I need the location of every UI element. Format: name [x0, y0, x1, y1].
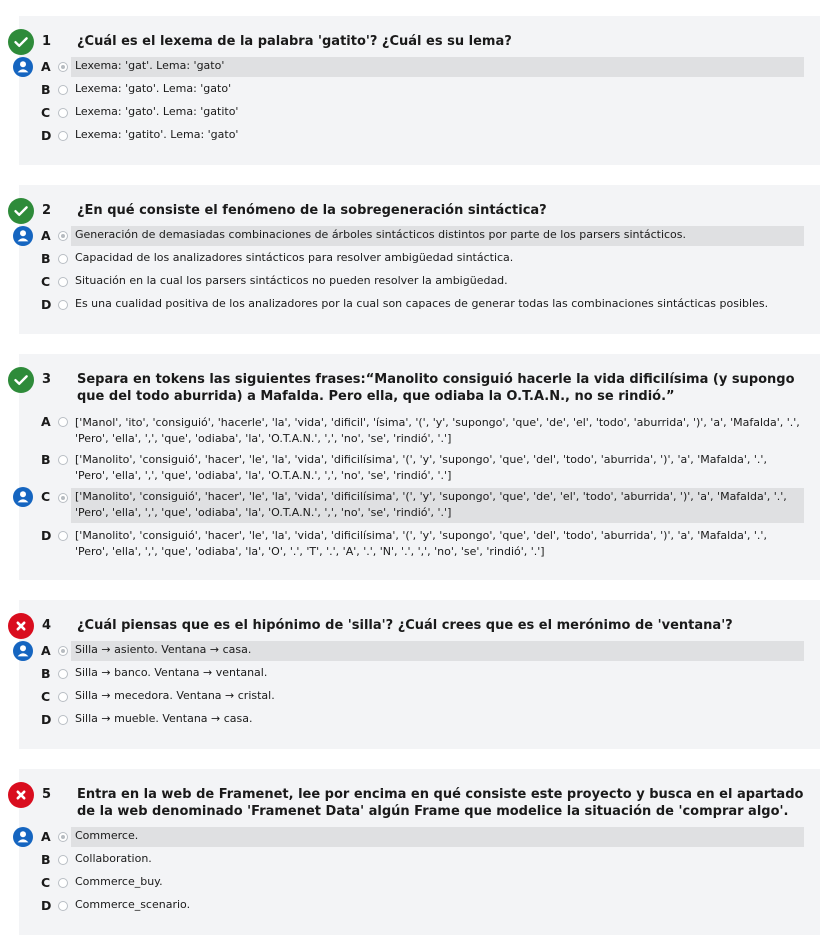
option-letter: C — [41, 875, 51, 890]
option-letter: D — [41, 898, 52, 913]
option-text[interactable]: Lexema: 'gat'. Lema: 'gato' — [71, 57, 804, 77]
option-text[interactable]: Es una cualidad positiva de los analizad… — [71, 295, 804, 314]
option-letter: B — [41, 251, 51, 266]
option-text[interactable]: Situación en la cual los parsers sintáct… — [71, 272, 804, 291]
question-text: Separa en tokens las siguientes frases:“… — [77, 372, 795, 404]
option-radio[interactable] — [58, 131, 68, 141]
option-text[interactable]: ['Manolito', 'consiguió', 'hacer', 'le',… — [71, 527, 804, 561]
option-text[interactable]: Silla → banco. Ventana → ventanal. — [71, 664, 804, 683]
option-text[interactable]: Commerce_buy. — [71, 873, 804, 892]
option-letter: D — [41, 528, 52, 543]
user-icon — [13, 827, 33, 847]
option-text[interactable]: Lexema: 'gatito'. Lema: 'gato' — [71, 126, 804, 145]
option-letter: A — [41, 228, 51, 243]
option-radio[interactable] — [58, 108, 68, 118]
option-letter: B — [41, 852, 51, 867]
check-circle-icon — [8, 367, 34, 393]
option-text[interactable]: Lexema: 'gato'. Lema: 'gato' — [71, 80, 804, 99]
option-radio[interactable] — [58, 646, 68, 656]
option-radio[interactable] — [58, 277, 68, 287]
option-letter: A — [41, 829, 51, 844]
option-letter: A — [41, 643, 51, 658]
user-icon — [13, 226, 33, 246]
option-text[interactable]: Collaboration. — [71, 850, 804, 869]
option-radio[interactable] — [58, 531, 68, 541]
user-icon — [13, 487, 33, 507]
option-radio[interactable] — [58, 85, 68, 95]
option-radio[interactable] — [58, 493, 68, 503]
option-text[interactable]: ['Manolito', 'consiguió', 'hacer', 'le',… — [71, 451, 804, 485]
option-letter: D — [41, 712, 52, 727]
question-number: 1 — [42, 34, 52, 49]
x-circle-icon — [8, 613, 34, 639]
question-text: ¿Cuál piensas que es el hipónimo de 'sil… — [77, 618, 733, 633]
option-text[interactable]: Silla → mueble. Ventana → casa. — [71, 710, 804, 729]
option-text[interactable]: Generación de demasiadas combinaciones d… — [71, 226, 804, 246]
option-radio[interactable] — [58, 692, 68, 702]
question-text: ¿En qué consiste el fenómeno de la sobre… — [77, 203, 547, 218]
option-radio[interactable] — [58, 417, 68, 427]
option-radio[interactable] — [58, 669, 68, 679]
question-number: 3 — [42, 372, 52, 387]
check-circle-icon — [8, 198, 34, 224]
x-circle-icon — [8, 782, 34, 808]
option-radio[interactable] — [58, 901, 68, 911]
question-number: 5 — [42, 787, 52, 802]
question-text: Entra en la web de Framenet, lee por enc… — [77, 787, 804, 819]
option-radio[interactable] — [58, 855, 68, 865]
option-radio[interactable] — [58, 455, 68, 465]
option-radio[interactable] — [58, 254, 68, 264]
option-radio[interactable] — [58, 62, 68, 72]
option-text[interactable]: Silla → mecedora. Ventana → cristal. — [71, 687, 804, 706]
option-letter: C — [41, 105, 51, 120]
user-icon — [13, 641, 33, 661]
option-letter: C — [41, 274, 51, 289]
option-text[interactable]: ['Manol', 'ito', 'consiguió', 'hacerle',… — [71, 414, 804, 448]
option-text[interactable]: Silla → asiento. Ventana → casa. — [71, 641, 804, 661]
option-letter: D — [41, 128, 52, 143]
question-number: 2 — [42, 203, 52, 218]
user-icon — [13, 57, 33, 77]
option-radio[interactable] — [58, 300, 68, 310]
option-letter: C — [41, 489, 51, 504]
option-letter: A — [41, 414, 51, 429]
option-radio[interactable] — [58, 231, 68, 241]
option-letter: C — [41, 689, 51, 704]
option-radio[interactable] — [58, 832, 68, 842]
option-letter: B — [41, 82, 51, 97]
option-text[interactable]: Commerce. — [71, 827, 804, 847]
option-letter: B — [41, 666, 51, 681]
option-letter: B — [41, 452, 51, 467]
option-text[interactable]: Capacidad de los analizadores sintáctico… — [71, 249, 804, 268]
option-text[interactable]: Lexema: 'gato'. Lema: 'gatito' — [71, 103, 804, 122]
option-radio[interactable] — [58, 715, 68, 725]
option-radio[interactable] — [58, 878, 68, 888]
option-text[interactable]: Commerce_scenario. — [71, 896, 804, 915]
check-circle-icon — [8, 29, 34, 55]
question-text: ¿Cuál es el lexema de la palabra 'gatito… — [77, 34, 512, 49]
option-letter: A — [41, 59, 51, 74]
option-text[interactable]: ['Manolito', 'consiguió', 'hacer', 'le',… — [71, 488, 804, 523]
option-letter: D — [41, 297, 52, 312]
question-number: 4 — [42, 618, 52, 633]
